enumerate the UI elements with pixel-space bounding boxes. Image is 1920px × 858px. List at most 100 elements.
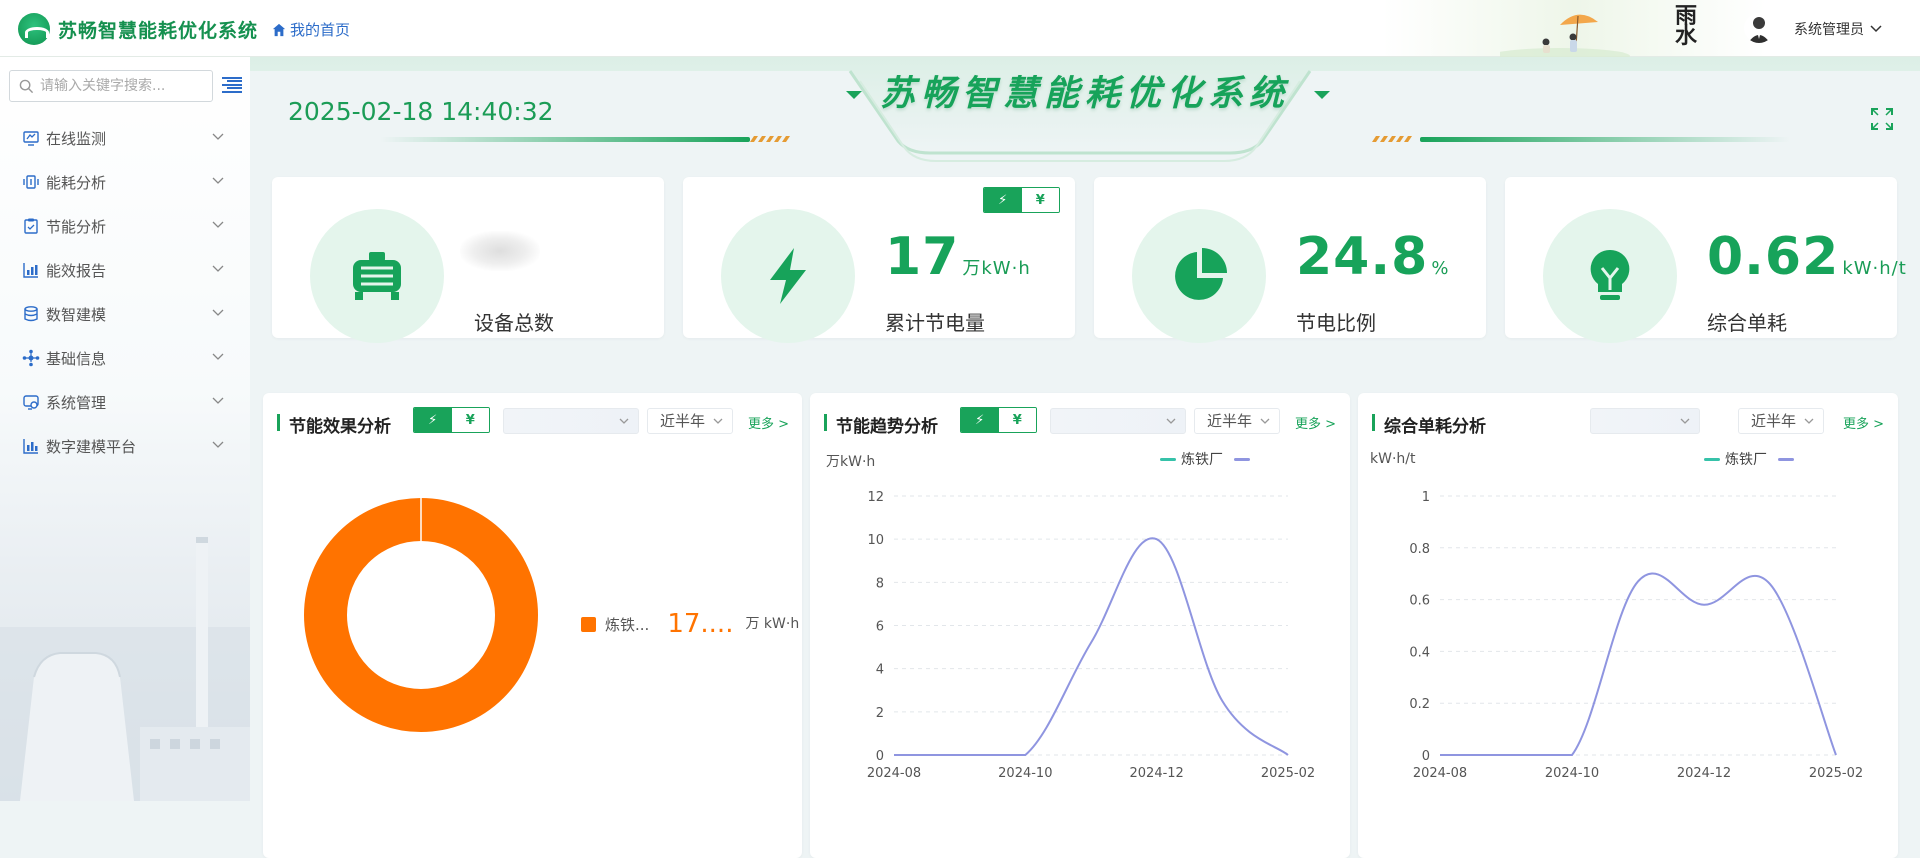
- panel-saving-trend: 节能趋势分析 ⚡ ¥ 近半年 更多 > 万kW·h 炼铁厂 0 2 4 6 8 10 12 2…: [810, 393, 1350, 858]
- chevron-down-icon: [212, 309, 224, 316]
- sidebar-item-label: 能耗分析: [46, 173, 107, 192]
- sidebar-menu: 在线监测 能耗分析 节能分析 能效报告 数智建模 基础信息 系统管理 数字建模平…: [0, 116, 250, 468]
- stat-value: [474, 227, 477, 287]
- sidebar-item-label: 节能分析: [46, 217, 107, 236]
- network-icon: [22, 349, 40, 367]
- stat-card-saving-ratio: 24.8% 节电比例: [1094, 177, 1486, 343]
- y-tick-label: 0: [1422, 749, 1430, 764]
- sidebar-item-label: 在线监测: [46, 129, 107, 148]
- stat-label: 综合单耗: [1707, 311, 1787, 335]
- unit-consumption-line-chart: 0 0.2 0.4 0.6 0.8 1 2024-08 2024-10 2024-12 2025-…: [1409, 490, 1863, 781]
- pie-slice: [304, 498, 538, 732]
- sidebar-item-online-monitoring[interactable]: 在线监测: [0, 116, 250, 160]
- stat-value: 24.8%: [1296, 227, 1450, 287]
- stat-icon-circle: [1132, 209, 1266, 343]
- sidebar-item-basic-info[interactable]: 基础信息: [0, 336, 250, 380]
- y-tick-label: 0.2: [1409, 697, 1430, 712]
- toggle-electric-button[interactable]: ⚡: [984, 188, 1022, 212]
- username-label: 系统管理员: [1794, 22, 1864, 38]
- legend-name: 炼铁...: [605, 615, 650, 634]
- sidebar-item-saving-analysis[interactable]: 节能分析: [0, 204, 250, 248]
- x-tick-label: 2024-10: [1545, 766, 1599, 781]
- y-tick-label: 2: [876, 706, 884, 721]
- settings-monitor-icon: [23, 395, 39, 410]
- chevron-down-icon: [1870, 25, 1882, 33]
- chevron-down-icon: [212, 353, 224, 360]
- user-menu[interactable]: 系统管理员: [1794, 19, 1882, 39]
- chevron-down-icon: [212, 397, 224, 404]
- sidebar-item-system-management[interactable]: 系统管理: [0, 380, 250, 424]
- search-icon: [19, 79, 34, 94]
- chevron-down-icon: [212, 221, 224, 228]
- sidebar-item-label: 系统管理: [46, 393, 107, 412]
- home-icon: [272, 23, 286, 36]
- stat-card-device-count: 设备总数: [272, 177, 664, 343]
- series-line: [893, 537, 1289, 756]
- collapse-menu-icon[interactable]: [222, 76, 242, 94]
- x-tick-label: 2024-10: [998, 766, 1052, 781]
- y-tick-label: 6: [876, 620, 884, 635]
- chevron-down-icon: [212, 441, 224, 448]
- calligraphy-seasonal-text: 雨 水: [1674, 3, 1697, 49]
- x-tick-label: 2024-12: [1677, 766, 1731, 781]
- power-plant-background-illustration: [0, 537, 250, 801]
- fullscreen-icon[interactable]: [1870, 107, 1894, 131]
- stat-label: 节电比例: [1296, 311, 1376, 335]
- pie-legend[interactable]: 炼铁... 17.... 万 kW·h: [581, 609, 799, 639]
- stat-icon-circle: [721, 209, 855, 343]
- platform-chart-icon: [23, 439, 38, 454]
- top-bar: 苏畅智慧能耗优化系统 我的首页 雨 水 系统管理员: [0, 0, 1920, 57]
- sidebar-item-digital-modeling-platform[interactable]: 数字建模平台: [0, 424, 250, 468]
- series-line: [1439, 572, 1837, 756]
- search-input[interactable]: [40, 76, 210, 96]
- chevron-down-icon: [212, 265, 224, 272]
- y-tick-label: 0.4: [1409, 645, 1430, 660]
- stat-icon-circle: [1543, 209, 1677, 343]
- x-tick-label: 2024-08: [867, 766, 921, 781]
- legend-value: 17....: [667, 609, 734, 639]
- y-tick-label: 4: [876, 663, 884, 678]
- sidebar-item-efficiency-report[interactable]: 能效报告: [0, 248, 250, 292]
- database-icon: [24, 306, 38, 322]
- stat-icon-circle: [310, 209, 444, 343]
- x-tick-label: 2025-02: [1261, 766, 1315, 781]
- clipboard-icon: [24, 218, 38, 234]
- avatar[interactable]: [1744, 13, 1774, 43]
- y-tick-label: 10: [867, 533, 884, 548]
- sidebar-item-label: 能效报告: [46, 261, 107, 280]
- search-box: [9, 70, 213, 102]
- pie-icon: [1175, 248, 1227, 300]
- home-link[interactable]: 我的首页: [272, 19, 350, 40]
- sidebar-item-energy-analysis[interactable]: 能耗分析: [0, 160, 250, 204]
- dashboard-title: 苏畅智慧能耗优化系统: [879, 74, 1290, 114]
- stat-label: 设备总数: [474, 311, 554, 335]
- chevron-down-icon: [212, 133, 224, 140]
- y-tick-label: 1: [1422, 490, 1430, 505]
- report-chart-icon: [23, 263, 38, 278]
- toggle-money-button[interactable]: ¥: [1021, 188, 1059, 212]
- trend-line-chart: 0 2 4 6 8 10 12 2024-08 2024-10 2024-12 2025-02: [867, 490, 1315, 781]
- redacted-value: [460, 231, 540, 271]
- sidebar: 在线监测 能耗分析 节能分析 能效报告 数智建模 基础信息: [0, 57, 250, 801]
- sidebar-item-smart-modeling[interactable]: 数智建模: [0, 292, 250, 336]
- y-tick-label: 0.8: [1409, 542, 1430, 557]
- app-title: 苏畅智慧能耗优化系统: [58, 20, 259, 42]
- header-decoration-illustration: [1500, 14, 1630, 57]
- sidebar-item-label: 基础信息: [46, 349, 107, 368]
- unit-toggle: ⚡ ¥: [983, 187, 1060, 213]
- y-tick-label: 8: [876, 576, 884, 591]
- panel-saving-effect: 节能效果分析 ⚡ ¥ 近半年 更多 > 炼铁... 17.... 万 kW·h: [263, 393, 802, 858]
- stat-card-unit-consumption: 0.62 kW·h/t 综合单耗: [1505, 177, 1906, 343]
- lightning-icon: [770, 248, 806, 304]
- stat-card-cumulative-saving: ⚡ ¥ 17 万kW·h 累计节电量: [683, 177, 1075, 343]
- main-content: 2025-02-18 14:40:32 苏畅智慧能耗优化系统 设备总数 ⚡ ¥ …: [250, 57, 1920, 858]
- user-avatar-icon: [1748, 17, 1770, 43]
- bulb-icon: [1590, 249, 1630, 300]
- energy-icon: [23, 175, 39, 189]
- current-datetime: 2025-02-18 14:40:32: [288, 97, 554, 126]
- monitor-icon: [23, 131, 39, 146]
- legend-swatch: [581, 616, 596, 632]
- y-tick-label: 12: [867, 490, 884, 505]
- x-tick-label: 2025-02: [1809, 766, 1863, 781]
- home-link-label: 我的首页: [290, 21, 351, 39]
